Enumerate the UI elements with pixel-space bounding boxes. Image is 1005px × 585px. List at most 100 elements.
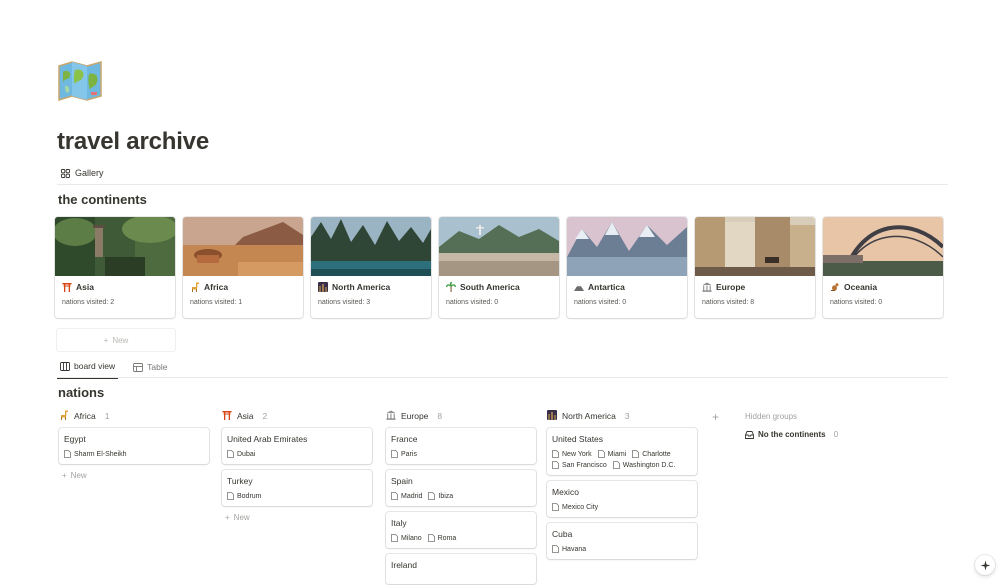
- card-title: Spain: [391, 476, 413, 486]
- board-new-button[interactable]: + New: [222, 513, 374, 522]
- relation-chip[interactable]: San Francisco: [552, 461, 607, 469]
- relation-chip[interactable]: Paris: [391, 450, 417, 458]
- ai-assistant-button[interactable]: [975, 555, 995, 575]
- column-count: 2: [262, 411, 268, 421]
- world-map-icon[interactable]: [57, 60, 103, 102]
- palm-tree-icon: [445, 281, 457, 292]
- relation-label: New York: [562, 450, 592, 458]
- relation-label: Havana: [562, 545, 587, 553]
- board-card[interactable]: United States New York Miami Charlotte S…: [547, 428, 697, 475]
- nations-visited: nations visited: 8: [702, 299, 755, 306]
- relation-chip[interactable]: Roma: [427, 534, 456, 542]
- relation-chip[interactable]: Charlotte: [632, 450, 671, 458]
- gallery-card-europe[interactable]: Europe nations visited: 8: [695, 217, 815, 318]
- nations-visited: nations visited: 0: [574, 299, 627, 306]
- relation-chip[interactable]: Havana: [552, 545, 586, 553]
- board-column-north-america: North America 3 United States New York M…: [547, 410, 699, 559]
- hidden-group-no-continent[interactable]: No the continents 0: [745, 430, 838, 439]
- tab-board-view[interactable]: board view: [57, 359, 119, 379]
- page-title[interactable]: travel archive: [57, 128, 209, 156]
- column-title: Europe: [401, 411, 429, 421]
- board-card[interactable]: United Arab Emirates Dubai: [222, 428, 372, 464]
- relation-label: Paris: [401, 450, 417, 458]
- page-icon: [427, 534, 435, 542]
- nations-visited: nations visited: 0: [446, 299, 499, 306]
- relation-label: Sharm El-Sheikh: [74, 450, 127, 458]
- classical-building-icon: [386, 410, 396, 422]
- page-icon: [612, 461, 620, 469]
- page-icon: [64, 450, 71, 458]
- relation-chip[interactable]: New York: [552, 450, 592, 458]
- card-title: Turkey: [227, 476, 253, 486]
- divider: [57, 184, 948, 185]
- new-label: New: [233, 513, 250, 522]
- relation-label: Milano: [401, 534, 422, 542]
- snowy-mountain-icon: [574, 282, 584, 292]
- gallery-card-asia[interactable]: Asia nations visited: 2: [55, 217, 175, 318]
- hidden-group-count: 0: [833, 430, 839, 439]
- cover-image: [439, 217, 559, 276]
- column-title: North America: [562, 411, 616, 421]
- column-header[interactable]: North America 3: [547, 410, 699, 422]
- board-card[interactable]: Turkey Bodrum: [222, 470, 372, 506]
- column-header[interactable]: Asia 2: [222, 410, 374, 422]
- cityscape-icon: [318, 282, 328, 292]
- gallery-card-south-america[interactable]: South America nations visited: 0: [439, 217, 559, 318]
- card-title: Antartica: [588, 282, 625, 292]
- relation-chip[interactable]: Ibiza: [428, 492, 453, 500]
- column-header[interactable]: Europe 8: [386, 410, 538, 422]
- board-new-button[interactable]: + New: [59, 471, 211, 480]
- plus-icon: +: [62, 471, 67, 480]
- board-card[interactable]: Mexico Mexico City: [547, 481, 697, 517]
- nations-visited: nations visited: 0: [830, 299, 883, 306]
- plus-icon: +: [103, 335, 109, 345]
- gallery-card-oceania[interactable]: Oceania nations visited: 0: [823, 217, 943, 318]
- gallery-view-tab[interactable]: Gallery: [61, 168, 104, 178]
- relation-chip[interactable]: Milano: [391, 534, 422, 542]
- gallery-card-antartica[interactable]: Antartica nations visited: 0: [567, 217, 687, 318]
- sparkle-icon: [980, 560, 990, 570]
- page-icon: [428, 492, 436, 500]
- column-count: 1: [104, 411, 110, 421]
- board-card[interactable]: Cuba Havana: [547, 523, 697, 559]
- board-column-europe: Europe 8 France Paris Spain Madrid Ibiza…: [386, 410, 538, 584]
- relation-chip[interactable]: Mexico City: [552, 503, 598, 511]
- page-icon: [391, 534, 398, 542]
- card-title: Africa: [204, 282, 229, 292]
- continents-gallery: Asia nations visited: 2 Africa nations v…: [55, 217, 943, 318]
- add-group-button[interactable]: +: [712, 410, 719, 424]
- torii-icon: [62, 282, 72, 292]
- board-card[interactable]: Spain Madrid Ibiza: [386, 470, 536, 506]
- relation-chip[interactable]: Madrid: [391, 492, 422, 500]
- page-icon: [632, 450, 640, 458]
- tab-table[interactable]: Table: [130, 359, 170, 379]
- gallery-new-button[interactable]: + New: [56, 328, 176, 352]
- gallery-icon: [61, 168, 70, 178]
- relation-chip[interactable]: Washington D.C.: [612, 461, 675, 469]
- page-icon: [552, 461, 559, 469]
- gallery-card-north-america[interactable]: North America nations visited: 3: [311, 217, 431, 318]
- relation-label: Charlotte: [642, 450, 671, 458]
- column-header[interactable]: Africa 1: [59, 410, 211, 422]
- new-label: New: [112, 335, 129, 345]
- relation-chip[interactable]: Sharm El-Sheikh: [64, 450, 127, 458]
- nations-title[interactable]: nations: [58, 385, 104, 400]
- continents-title[interactable]: the continents: [58, 192, 147, 207]
- page-icon: [391, 492, 398, 500]
- board-card[interactable]: France Paris: [386, 428, 536, 464]
- card-title: Mexico: [552, 487, 579, 497]
- table-icon: [133, 362, 144, 372]
- gallery-view-label: Gallery: [75, 168, 104, 178]
- gallery-card-africa[interactable]: Africa nations visited: 1: [183, 217, 303, 318]
- board-card[interactable]: Italy Milano Roma: [386, 512, 536, 548]
- cover-image: [183, 217, 303, 276]
- board-card[interactable]: Egypt Sharm El-Sheikh: [59, 428, 209, 464]
- relation-chip[interactable]: Dubai: [227, 450, 255, 458]
- divider: [57, 377, 948, 378]
- relation-label: Ibiza: [438, 492, 454, 500]
- board-card[interactable]: Ireland: [386, 554, 536, 584]
- relation-chip[interactable]: Miami: [597, 450, 626, 458]
- plus-icon: +: [712, 410, 720, 424]
- page-icon: [597, 450, 605, 458]
- relation-chip[interactable]: Bodrum: [227, 492, 262, 500]
